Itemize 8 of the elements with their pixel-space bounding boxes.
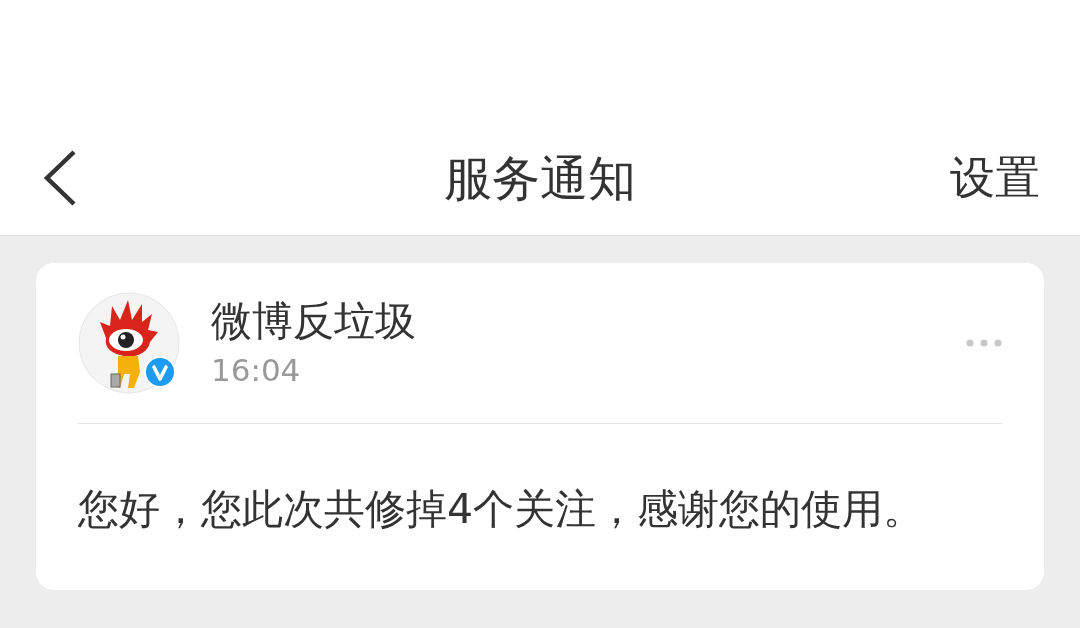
sender-name: 微博反垃圾 bbox=[211, 296, 417, 346]
notification-message: 您好，您此次共修掉4个关注，感谢您的使用。 bbox=[78, 484, 926, 534]
settings-button[interactable]: 设置 bbox=[950, 149, 1040, 206]
back-icon bbox=[43, 149, 77, 206]
more-icon bbox=[966, 339, 1002, 347]
avatar-icon bbox=[78, 292, 180, 394]
notification-time: 16:04 bbox=[211, 351, 302, 390]
page-title: 服务通知 bbox=[444, 148, 636, 207]
